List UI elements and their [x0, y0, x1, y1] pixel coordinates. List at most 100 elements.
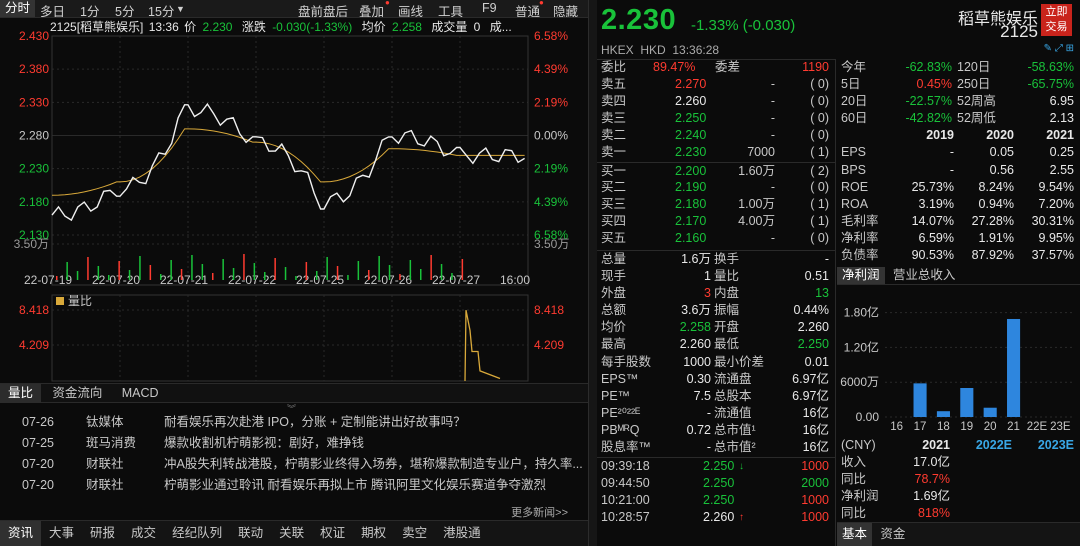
bottom-tab[interactable]: 大事	[41, 521, 82, 546]
bottom-tab[interactable]: 联动	[230, 521, 271, 546]
tab-macd[interactable]: MACD	[114, 384, 167, 403]
stat-label: 振幅	[714, 303, 740, 318]
level-volume: 1.60万	[738, 163, 775, 178]
average-series-line	[51, 128, 525, 196]
bottom-tab[interactable]: 资讯	[0, 521, 42, 546]
tab-volume-ratio[interactable]: 量比	[0, 384, 42, 403]
fin-axis-tick: 1.80亿	[844, 305, 879, 320]
perf-value: -62.83%	[905, 60, 952, 74]
bottom-tab[interactable]: 港股通	[435, 521, 489, 546]
orders-count: 1	[817, 145, 825, 160]
stat-value: 0.51	[804, 269, 829, 284]
forecast-year: 2021	[922, 438, 950, 452]
volume-bar	[274, 258, 276, 280]
bottom-tab[interactable]: 成交	[123, 521, 164, 546]
bottom-tab[interactable]: 卖空	[394, 521, 435, 546]
tick-time: 09:39:18	[601, 459, 650, 473]
level-label: 买二	[601, 179, 627, 194]
fin-value: 1.91%	[978, 230, 1014, 245]
forecast-label: 净利润	[841, 489, 879, 503]
volume-bar	[461, 259, 464, 280]
price-tick: 2.330	[19, 95, 49, 109]
level-price: 2.250	[675, 111, 707, 126]
news-date: 07-20	[22, 457, 54, 471]
fin-x-tick: 23E	[1050, 421, 1071, 433]
perf-row: 今年 -62.83% 120日 -58.63%	[837, 59, 1080, 76]
draw-button[interactable]: 画线	[398, 1, 423, 17]
bottom-tab[interactable]: 关联	[271, 521, 312, 546]
bottom-tab[interactable]: 经纪队列	[164, 521, 230, 546]
volume-bar	[222, 259, 224, 280]
tab-revenue[interactable]: 营业总收入	[888, 267, 961, 284]
volume-bar	[336, 266, 339, 280]
pct-tick: 4.39%	[534, 195, 568, 209]
stat-value: 13	[815, 286, 829, 301]
tick-price: 2.250	[703, 493, 735, 508]
volume-bar	[430, 255, 432, 280]
tab-basic[interactable]: 基本	[837, 523, 873, 546]
tab-capital[interactable]: 资金	[875, 523, 910, 546]
volume-bar	[232, 268, 235, 280]
perf-row: 60日 -42.82% 52周低 2.13	[837, 110, 1080, 127]
more-news-link[interactable]: 更多新闻>>	[511, 504, 568, 520]
orders-count: 2	[817, 163, 825, 178]
premarket-button[interactable]: 盘前盘后	[298, 1, 348, 17]
paren-open: (	[810, 111, 818, 126]
fundamentals-panel: 今年 -62.83% 120日 -58.63% 5日 0.45% 250日 -65.75% 20…	[837, 43, 1080, 264]
volume-ratio-chart[interactable]: 8.418 8.418 4.209 4.209 量比	[0, 293, 588, 383]
forecast-value: 818%	[918, 506, 950, 520]
market-line: HKEX HKD 13:36:28	[601, 43, 719, 57]
news-title: 柠萌影业通过聆讯 耐看娱乐再拟上市 腾讯阿里文化娱乐赛道争夺激烈	[164, 478, 546, 492]
bottom-tab[interactable]: 权证	[312, 521, 353, 546]
chevron-down-icon[interactable]: ▼	[176, 4, 185, 14]
volume-bar	[388, 265, 391, 280]
tab-5min[interactable]: 5分	[115, 1, 134, 17]
volume-bar	[180, 269, 183, 280]
diff-value: 1190	[802, 60, 829, 74]
tab-1min[interactable]: 1分	[80, 1, 99, 17]
bottom-tab[interactable]: 研报	[82, 521, 123, 546]
hide-button[interactable]: 隐藏	[553, 1, 578, 17]
tab-15min[interactable]: 15分	[148, 1, 174, 17]
sub-tick: 8.418	[19, 303, 49, 317]
stat-value: 3.6万	[681, 303, 711, 318]
stat-label: PE²⁰²²ᴱ	[601, 405, 641, 420]
news-date: 07-20	[22, 478, 54, 492]
news-row[interactable]: 07-20 财联社 冲A股失利转战港股，柠萌影业终得入场券，堪称爆款制造专业户，持久…	[0, 454, 588, 475]
quote-time: 13:36:28	[672, 43, 720, 57]
order-book: 委比 89.47% 委差 1190 卖五 2.270-( 0) 卖四 2.260-( 0) 卖三…	[597, 59, 835, 247]
edit-icons[interactable]: ✎ ⤢ ⊞	[1044, 43, 1074, 54]
price-chart[interactable]: 2.430 6.58% 2.380 4.39% 2.330 2.19% 2.280 0.00%…	[0, 30, 588, 295]
currency-note: (CNY)	[841, 438, 876, 452]
tab-net-profit[interactable]: 净利润	[837, 267, 885, 284]
red-dot-icon: ●	[385, 0, 390, 7]
news-row[interactable]: 07-26 钛媒体 耐看娱乐再次赴港 IPO，分账 + 定制能讲出好故事吗？	[0, 412, 588, 433]
price-tick: 2.280	[19, 129, 49, 143]
stat-label: 最低	[714, 337, 740, 352]
overlay-button[interactable]: 叠加	[359, 1, 384, 17]
panel-splitter[interactable]	[588, 0, 597, 546]
level-orders: ( 0)	[810, 93, 829, 110]
trade-button[interactable]: 立即 交易	[1041, 4, 1072, 36]
net-profit-chart: 1.80亿 1.20亿 6000万 0.00 16 17 18 19 20 21 22E 23E	[840, 305, 1072, 433]
tab-multiday[interactable]: 多日	[40, 1, 65, 17]
tools-button[interactable]: 工具	[438, 1, 463, 17]
mode-button[interactable]: 普通	[515, 1, 540, 17]
volume-bar	[440, 264, 443, 280]
level-volume: 1.00万	[738, 196, 775, 211]
ask-row: 卖五 2.270 - ( 0)	[597, 76, 835, 93]
volume-bar	[420, 269, 422, 280]
news-date: 07-26	[22, 415, 54, 429]
news-row[interactable]: 07-20 财联社 柠萌影业通过聆讯 耐看娱乐再拟上市 腾讯阿里文化娱乐赛道争夺激烈	[0, 475, 588, 496]
perf-label: 20日	[841, 94, 868, 109]
stat-value: 1	[704, 269, 711, 284]
trade-button-line2: 交易	[1045, 21, 1068, 33]
tab-capital-flow[interactable]: 资金流向	[44, 384, 110, 403]
news-row[interactable]: 07-25 斑马消费 爆款收割机柠萌影视：剧好，难挣钱	[0, 433, 588, 454]
date-tick: 22-07-22	[228, 273, 276, 287]
tab-timeshare[interactable]: 分时	[0, 0, 36, 17]
news-title: 冲A股失利转战港股，柠萌影业终得入场券，堪称爆款制造专业户，持久率...	[164, 457, 583, 471]
orders-count: 0	[817, 111, 825, 126]
bottom-tab[interactable]: 期权	[353, 521, 394, 546]
f9-button[interactable]: F9	[482, 1, 497, 15]
